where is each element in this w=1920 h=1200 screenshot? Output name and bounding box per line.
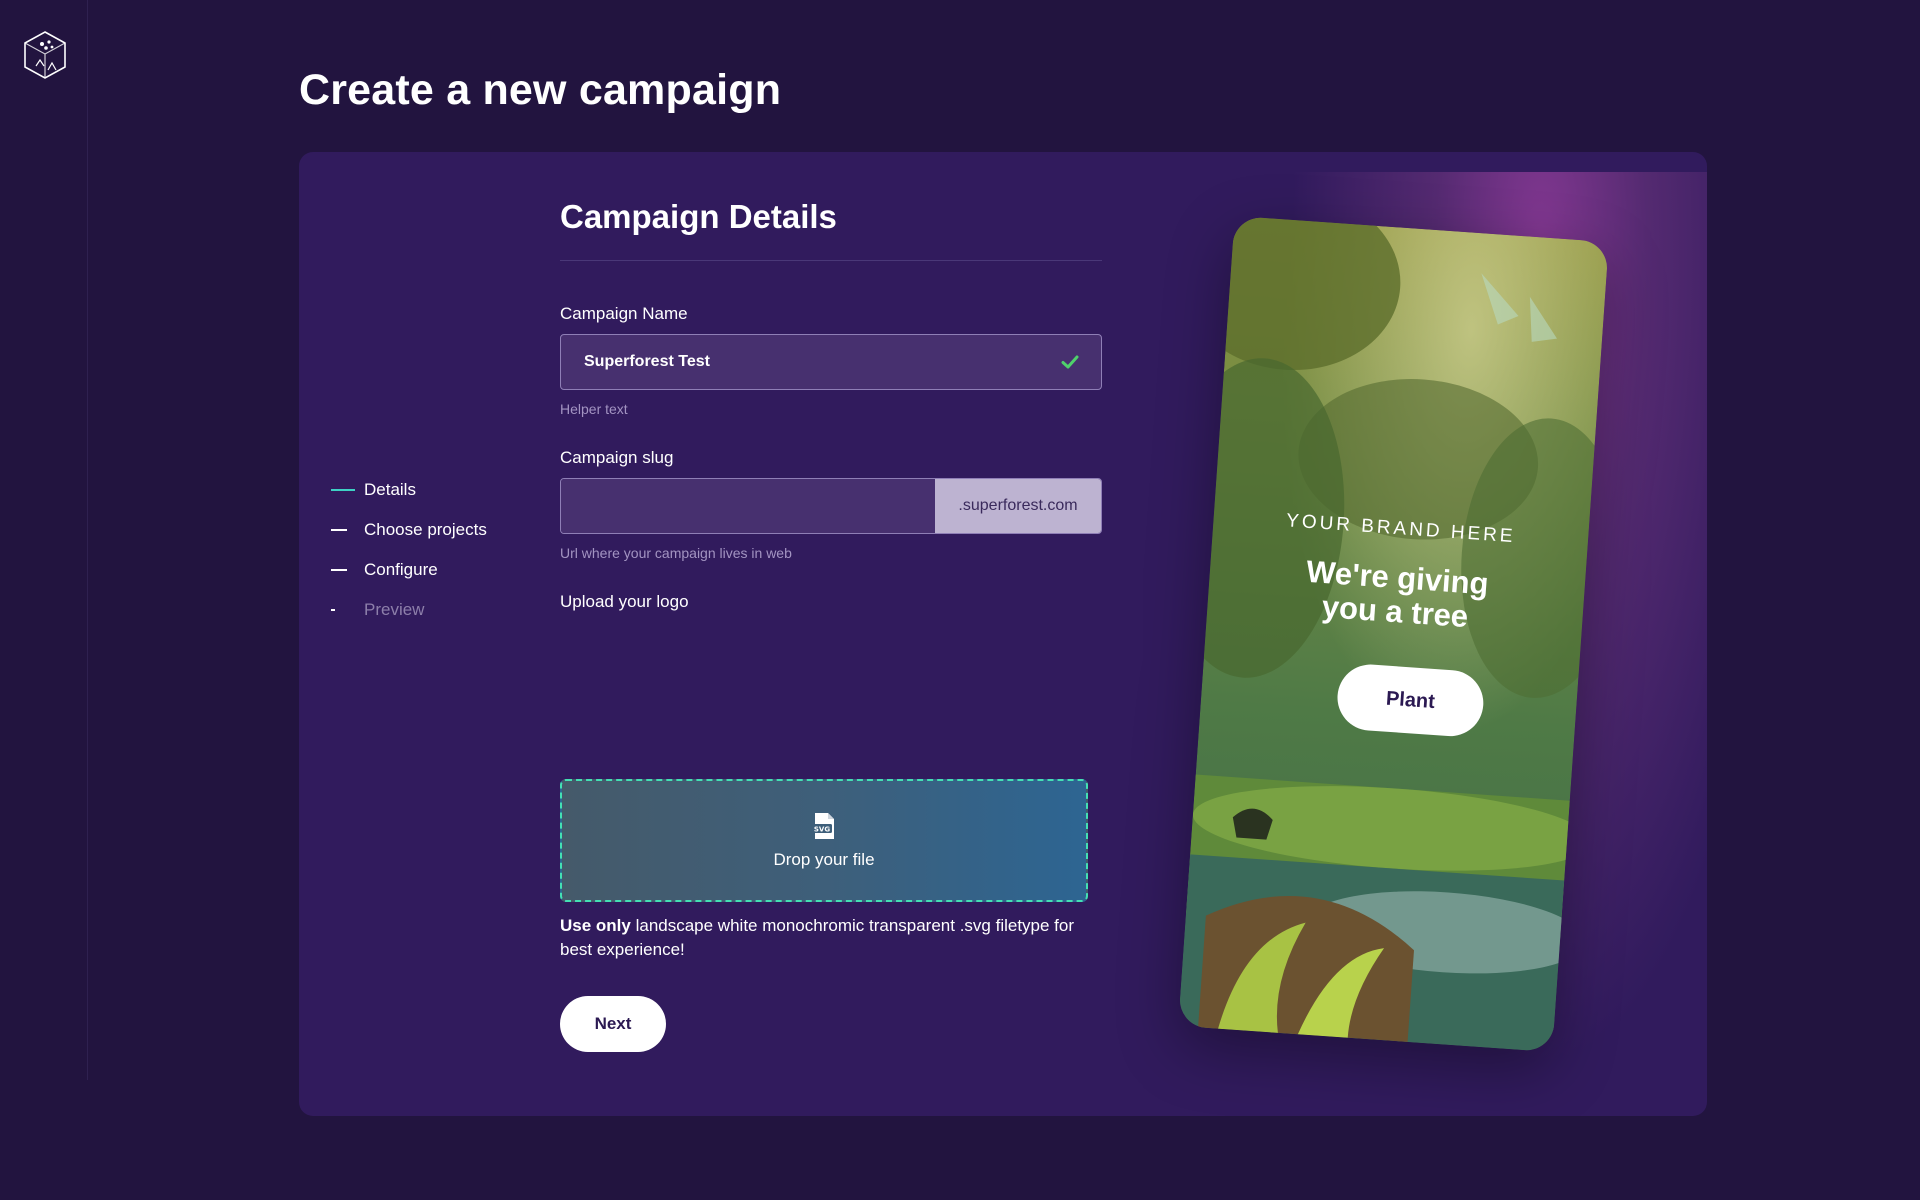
campaign-name-helper: Helper text	[560, 401, 628, 417]
step-choose-projects[interactable]: Choose projects	[331, 510, 487, 550]
step-indicator	[331, 489, 355, 491]
step-configure[interactable]: Configure	[331, 550, 487, 590]
step-label: Choose projects	[364, 520, 487, 539]
next-button[interactable]: Next	[560, 996, 666, 1052]
slug-domain-suffix: .superforest.com	[935, 479, 1101, 533]
campaign-name-input[interactable]: Superforest Test	[560, 334, 1102, 390]
check-icon	[1061, 355, 1079, 369]
campaign-name-label: Campaign Name	[560, 304, 688, 323]
upload-logo-label: Upload your logo	[560, 592, 689, 611]
step-indicator	[331, 609, 335, 611]
step-details[interactable]: Details	[331, 470, 487, 510]
step-preview: Preview	[331, 590, 487, 630]
sidebar	[0, 0, 88, 1080]
campaign-preview-phone: YOUR BRAND HERE We're giving you a tree …	[1178, 215, 1609, 1053]
campaign-card: Details Choose projects Configure Previe…	[299, 152, 1707, 1116]
upload-note-text: landscape white monochromic transparent …	[560, 916, 1075, 959]
upload-note: Use only landscape white monochromic tra…	[560, 914, 1102, 962]
step-label: Preview	[364, 600, 425, 619]
page-title: Create a new campaign	[299, 66, 782, 114]
step-label: Configure	[364, 560, 438, 579]
superforest-logo-icon[interactable]	[22, 30, 68, 80]
drop-file-text: Drop your file	[773, 849, 875, 869]
step-label: Details	[364, 480, 416, 499]
upload-note-emphasis: Use only	[560, 916, 631, 935]
campaign-slug-helper: Url where your campaign lives in web	[560, 545, 792, 561]
divider	[560, 260, 1102, 261]
section-title: Campaign Details	[560, 198, 837, 235]
campaign-slug-input[interactable]	[561, 479, 935, 533]
campaign-slug-label: Campaign slug	[560, 448, 674, 467]
svg-text:SVG: SVG	[814, 825, 830, 833]
plant-button[interactable]: Plant	[1335, 662, 1486, 739]
step-indicator	[331, 529, 347, 531]
svg-file-icon: SVG	[812, 812, 834, 839]
step-indicator	[331, 569, 347, 571]
logo-dropzone[interactable]: SVG Drop your file	[560, 779, 1088, 902]
stepper: Details Choose projects Configure Previe…	[331, 470, 487, 630]
campaign-name-value: Superforest Test	[584, 353, 710, 370]
campaign-slug-field: .superforest.com	[560, 478, 1102, 534]
